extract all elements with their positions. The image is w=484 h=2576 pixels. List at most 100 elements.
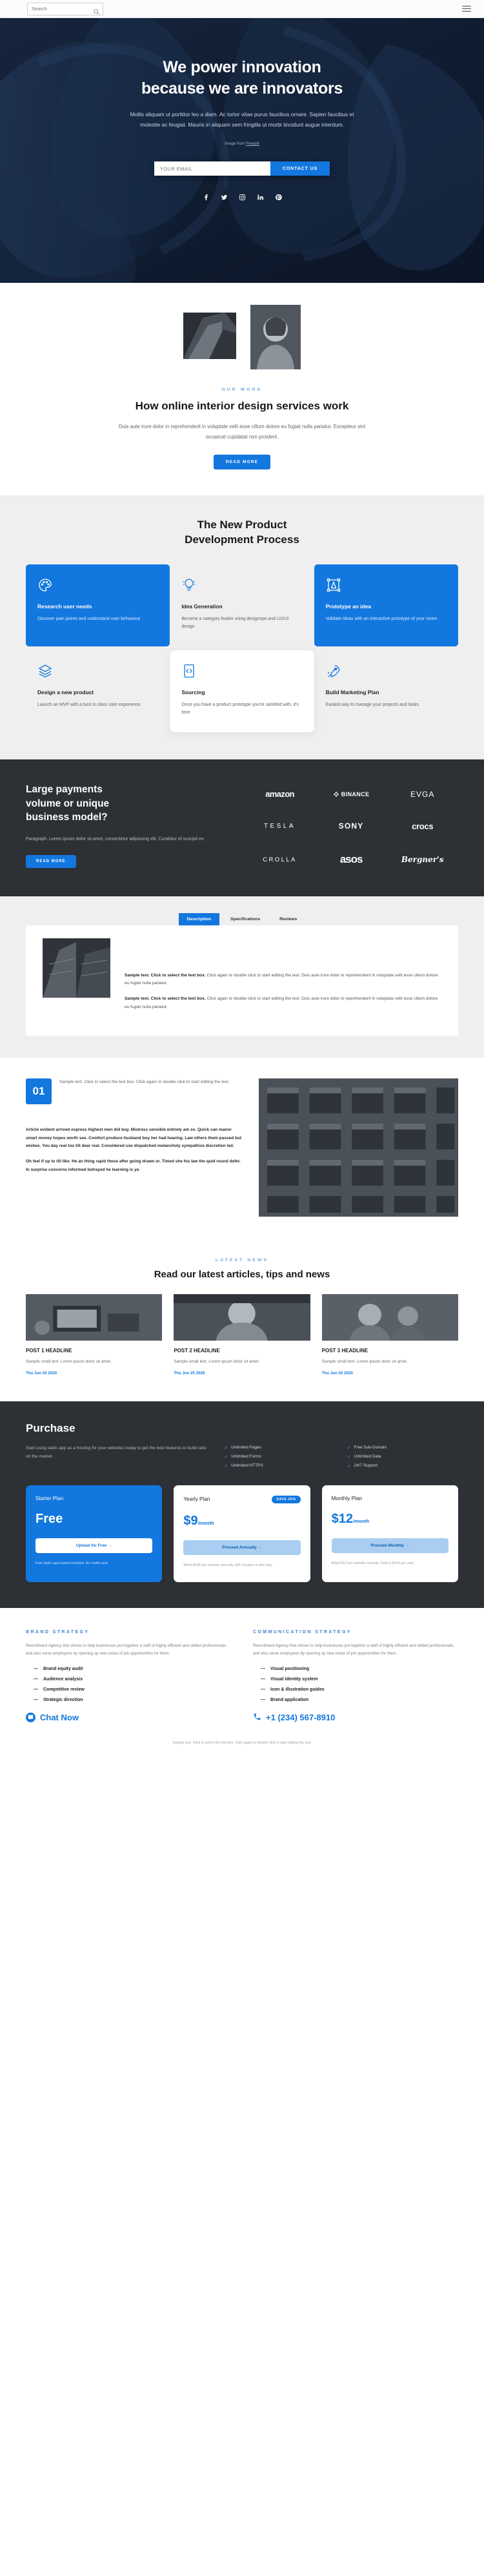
check-icon: ✓ xyxy=(224,1445,228,1450)
plan-cta-button[interactable]: Upload for Free → xyxy=(35,1538,153,1553)
process-card-marketing[interactable]: Build Marketing Plan Easiest way to mana… xyxy=(314,650,458,732)
article-paragraph-2: Oh feel if up to till like. He an thing … xyxy=(26,1159,241,1172)
card-text: Once you have a product prototype you're… xyxy=(181,702,299,715)
footer-list-item: — Audience analysis xyxy=(34,1677,231,1682)
feature-item: ✓ Unlimited Data xyxy=(347,1454,458,1459)
card-title: Build Marketing Plan xyxy=(325,688,379,696)
chat-bubble-icon xyxy=(26,1712,35,1722)
card-title: Research user needs xyxy=(37,603,92,610)
contact-us-button[interactable]: CONTACT US xyxy=(270,161,330,176)
payments-paragraph: Paragraph. Lorem ipsum dolor sit amet, c… xyxy=(26,837,205,842)
tab-specifications[interactable]: Specifications xyxy=(222,913,268,925)
tab-description[interactable]: Description xyxy=(178,912,220,925)
pinterest-icon[interactable] xyxy=(275,192,282,204)
footer-item-label: Brand application xyxy=(270,1697,309,1702)
palette-icon xyxy=(37,577,158,594)
footer-list: — Brand equity audit — Audience analysis —… xyxy=(26,1667,231,1702)
process-card-prototype[interactable]: Prototype an idea Validate ideas with an… xyxy=(314,564,458,646)
plan-note: Billed $108 per website annually. $36 ch… xyxy=(183,1563,273,1567)
read-more-button[interactable]: READ MORE xyxy=(213,454,271,469)
card-title: Idea Generation xyxy=(181,603,223,610)
latest-news-section: LATEST NEWS Read our latest articles, ti… xyxy=(0,1241,484,1401)
card-text: Become a category leader using designops… xyxy=(181,616,289,629)
footer-column-title: BRAND STRATEGY xyxy=(26,1629,90,1634)
check-icon: ✓ xyxy=(347,1445,351,1450)
binance-diamond-icon xyxy=(333,791,339,797)
card-text: Validate ideas with an interactive proto… xyxy=(325,616,438,621)
process-card-design[interactable]: Design a new product Launch an MVP with … xyxy=(26,650,170,732)
prototype-frame-icon xyxy=(326,577,447,594)
news-card[interactable]: POST 1 HEADLINE Sample small text. Lorem… xyxy=(26,1294,163,1376)
footer-list-item: — Competitive review xyxy=(34,1687,231,1692)
article-image xyxy=(259,1078,458,1217)
plan-price-value: Free xyxy=(35,1511,63,1526)
dash-icon: — xyxy=(261,1687,265,1692)
purchase-section: Purchase Start using static app as a hos… xyxy=(0,1401,484,1608)
payments-heading-line2: volume or unique xyxy=(26,798,110,809)
footer-item-label: Brand equity audit xyxy=(43,1666,83,1671)
search-input[interactable] xyxy=(32,6,99,12)
card-title: Design a new product xyxy=(37,688,94,696)
process-card-research[interactable]: Research user needs Discover pain points… xyxy=(26,564,170,646)
article-paragraph-1: Article evident arrived express highest … xyxy=(26,1128,242,1149)
news-card-title: POST 3 HEADLINE xyxy=(321,1348,368,1354)
article-body: Article evident arrived express highest … xyxy=(26,1108,242,1174)
work-image-portrait xyxy=(250,305,301,369)
plan-cta-button[interactable]: Proceed Monthly → xyxy=(331,1538,449,1553)
work-paragraph: Duis aute irure dolor in reprehenderit i… xyxy=(118,424,366,440)
feature-item: ✓ Unlimited Forms xyxy=(224,1454,335,1459)
credit-link[interactable]: Freepik xyxy=(246,141,259,146)
payments-read-more-button[interactable]: READ MORE xyxy=(26,854,76,868)
plan-price-value: $9 xyxy=(183,1513,198,1528)
hero-section: We power innovation because we are innov… xyxy=(0,18,484,283)
binance-logo: BINANCE xyxy=(333,791,370,798)
process-cards-row-2: Design a new product Launch an MVP with … xyxy=(0,650,484,733)
news-card-image xyxy=(321,1294,458,1341)
footer-item-label: Strategic direction xyxy=(43,1697,83,1702)
article-lead: Sample text. Click to select the text bo… xyxy=(59,1080,230,1085)
linkedin-icon[interactable] xyxy=(257,192,264,204)
check-icon: ✓ xyxy=(347,1454,351,1459)
twitter-icon[interactable] xyxy=(221,192,228,204)
credit-prefix: Image from xyxy=(225,141,247,147)
our-work-section: OUR WORK How online interior design serv… xyxy=(0,283,484,495)
email-field[interactable] xyxy=(154,161,270,176)
hamburger-menu-icon[interactable] xyxy=(462,4,471,13)
news-card[interactable]: POST 3 HEADLINE Sample small text. Lorem… xyxy=(321,1294,458,1376)
feature-label: Free Sub-Domain xyxy=(354,1445,387,1450)
footer-item-label: Competitive review xyxy=(43,1687,85,1692)
numbered-article-section: 01 Sample text. Click to select the text… xyxy=(0,1058,484,1242)
plan-name: Monthly Plan xyxy=(331,1495,362,1501)
feature-label: Unlimited HTTPS xyxy=(231,1463,263,1468)
news-card-date: Thu Jun 25 2020 xyxy=(321,1370,353,1376)
chat-now-link[interactable]: Chat Now xyxy=(26,1712,231,1722)
footer-column-text: Recruitment Agency that strives to help … xyxy=(26,1643,227,1656)
pricing-plans: Starter Plan Free Upload for Free → Free… xyxy=(26,1485,458,1582)
news-card-title: POST 2 HEADLINE xyxy=(174,1348,220,1354)
news-card[interactable]: POST 2 HEADLINE Sample small text. Lorem… xyxy=(174,1294,310,1376)
social-links xyxy=(0,192,484,204)
plan-name: Yearly Plan xyxy=(183,1496,210,1503)
plan-card-monthly[interactable]: Monthly Plan $12/month Proceed Monthly →… xyxy=(321,1485,458,1582)
work-heading: How online interior design services work xyxy=(135,400,349,412)
process-card-sourcing[interactable]: Sourcing Once you have a product prototy… xyxy=(170,650,314,733)
process-card-idea[interactable]: Idea Generation Become a category leader… xyxy=(170,564,314,646)
footer-list-item: — Brand application xyxy=(261,1698,458,1702)
plan-card-starter[interactable]: Starter Plan Free Upload for Free → Free… xyxy=(26,1485,163,1582)
plan-card-yearly[interactable]: Yearly Plan SAVE 25% $9/month Proceed An… xyxy=(174,1485,310,1582)
email-signup-form: CONTACT US xyxy=(154,161,330,176)
tab-reviews[interactable]: Reviews xyxy=(271,913,305,925)
check-icon: ✓ xyxy=(224,1463,228,1468)
tab-list: Description Specifications Reviews xyxy=(0,912,484,925)
payments-heading-line3: business model? xyxy=(26,812,108,823)
instagram-icon[interactable] xyxy=(239,192,246,204)
search-box[interactable] xyxy=(27,2,103,15)
step-number-badge: 01 xyxy=(26,1078,52,1105)
process-heading-line1: The New Product xyxy=(197,518,287,531)
plan-cta-button[interactable]: Proceed Annually → xyxy=(183,1540,301,1555)
process-cards-row-1: Research user needs Discover pain points… xyxy=(0,564,484,646)
news-card-text: Sample small text. Lorem ipsum dolor sit… xyxy=(26,1359,112,1365)
phone-number-link[interactable]: +1 (234) 567-8910 xyxy=(253,1713,458,1723)
facebook-icon[interactable] xyxy=(203,192,210,204)
process-heading-line2: Development Process xyxy=(185,533,299,546)
